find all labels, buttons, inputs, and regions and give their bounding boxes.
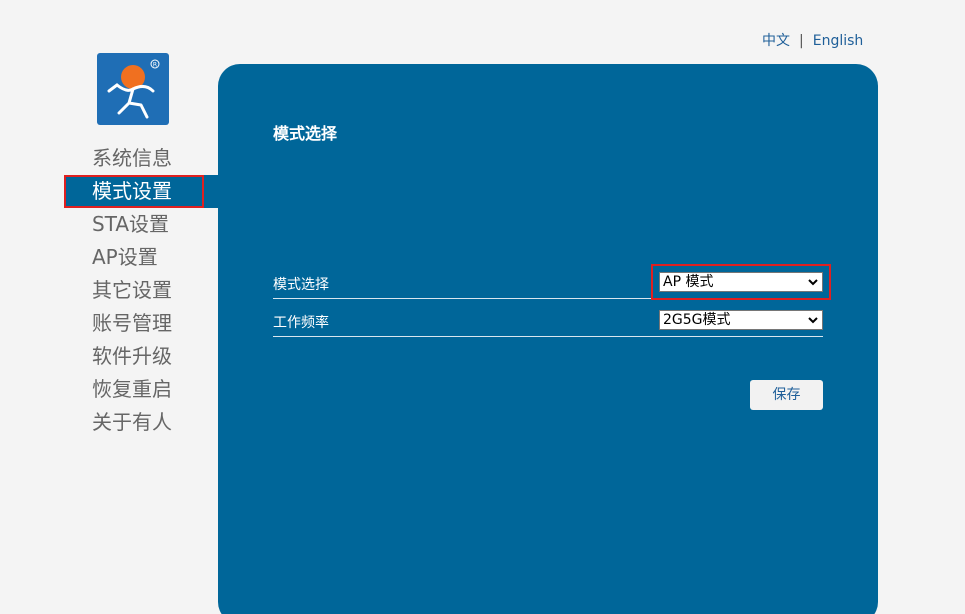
person-logo-icon: R [107, 59, 160, 119]
frequency-select-row: 工作频率 2G5G模式 [273, 306, 823, 337]
sidebar-item-software-upgrade[interactable]: 软件升级 [64, 340, 218, 373]
svg-text:R: R [153, 62, 157, 69]
frequency-select-value: 2G5G模式 [663, 312, 731, 328]
page: 中文 | English R 系统信息 模式设置 STA设置 AP设置 其它设置 账… [0, 0, 965, 614]
mode-select-dropdown[interactable]: AP 模式 [659, 272, 823, 292]
lang-chinese-link[interactable]: 中文 [762, 30, 790, 50]
frequency-select-label: 工作频率 [273, 315, 329, 331]
mode-select-wrap: AP 模式 [651, 264, 831, 300]
lang-separator: | [799, 33, 804, 49]
frequency-select-wrap: 2G5G模式 [659, 310, 823, 330]
chevron-down-icon [808, 317, 818, 324]
sidebar-item-sta-settings[interactable]: STA设置 [64, 208, 218, 241]
sidebar-item-ap-settings[interactable]: AP设置 [64, 241, 218, 274]
logo: R [97, 53, 169, 125]
sidebar-item-restore-restart[interactable]: 恢复重启 [64, 373, 218, 406]
sidebar-item-account-management[interactable]: 账号管理 [64, 307, 218, 340]
sidebar-item-mode-settings[interactable]: 模式设置 [64, 175, 218, 208]
sidebar-item-other-settings[interactable]: 其它设置 [64, 274, 218, 307]
save-button[interactable]: 保存 [750, 380, 823, 410]
frequency-select-dropdown[interactable]: 2G5G模式 [659, 310, 823, 330]
lang-english-link[interactable]: English [813, 33, 864, 49]
sidebar-item-about[interactable]: 关于有人 [64, 406, 218, 439]
mode-select-row: 模式选择 AP 模式 [273, 264, 831, 300]
language-bar: 中文 | English [762, 30, 863, 50]
main-panel: 模式选择 模式选择 AP 模式 工作频率 2G5G模式 保存 [218, 64, 878, 614]
chevron-down-icon [808, 279, 818, 286]
sidebar-nav: 系统信息 模式设置 STA设置 AP设置 其它设置 账号管理 软件升级 恢复重启… [64, 142, 218, 439]
page-title: 模式选择 [273, 124, 338, 143]
mode-select-value: AP 模式 [663, 274, 714, 290]
mode-select-label: 模式选择 [273, 277, 329, 293]
sidebar-item-system-info[interactable]: 系统信息 [64, 142, 218, 175]
